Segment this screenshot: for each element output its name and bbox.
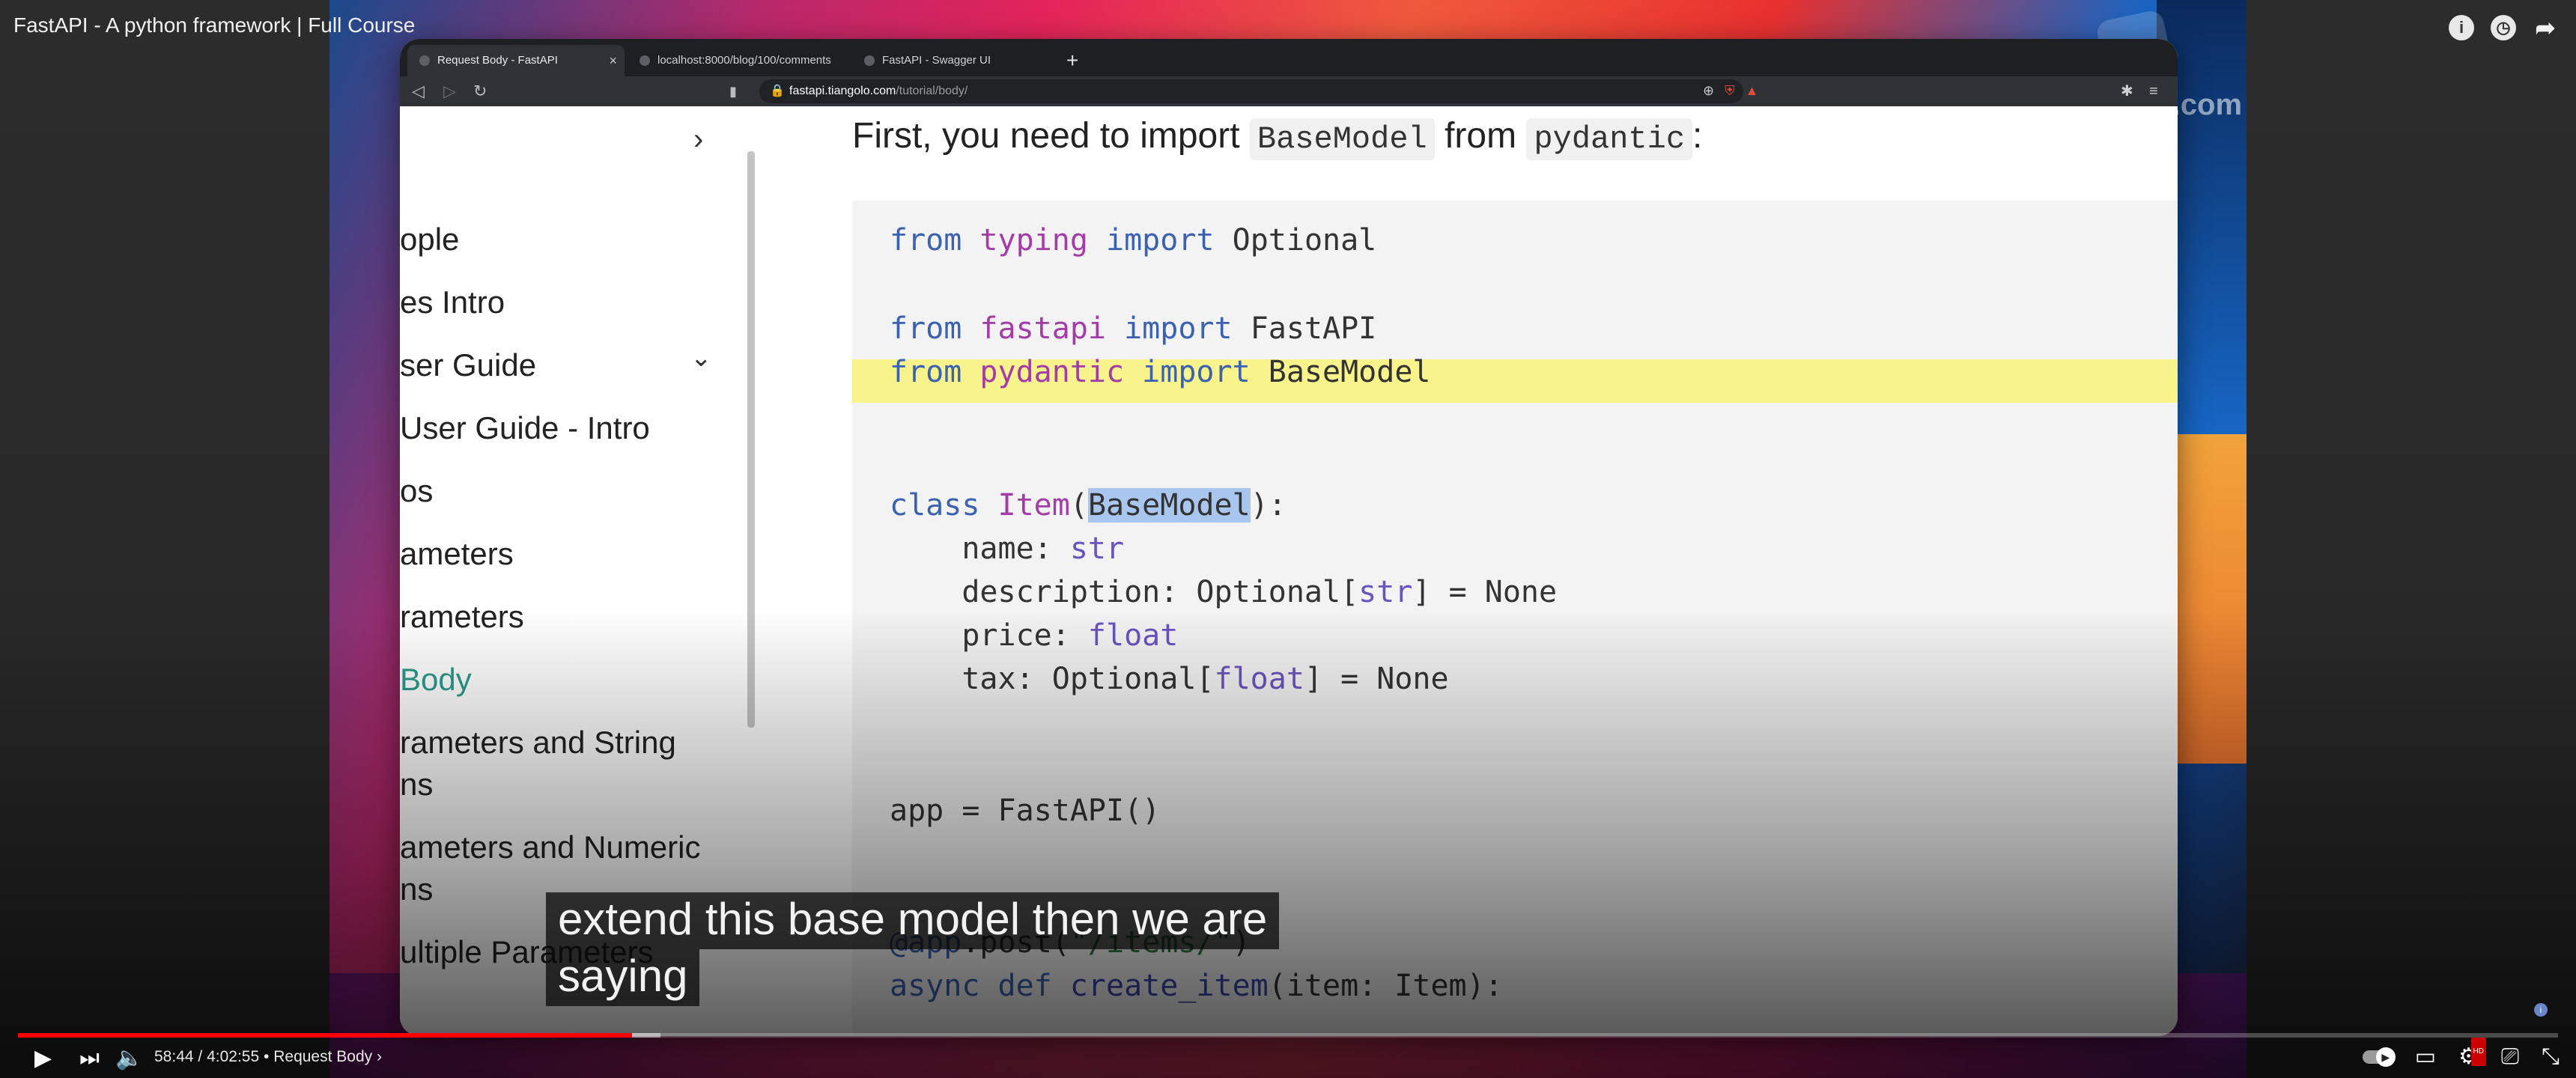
autoplay-toggle[interactable]: ▶ — [2362, 1047, 2396, 1067]
browser-window: Request Body - FastAPI × localhost:8000/… — [400, 39, 2178, 1036]
code-line: tax: Optional[float] = None — [890, 662, 1449, 696]
address-bar-row: ◁ ▷ ↻ ▮ 🔒 fastapi.tiangolo.com/tutorial/… — [400, 76, 2178, 106]
time-display: 58:44 / 4:02:55 • Request Body › — [154, 1048, 382, 1065]
card-info-icon[interactable]: i — [2534, 1003, 2548, 1017]
code-line: app = FastAPI() — [890, 794, 1161, 828]
tab-comments[interactable]: localhost:8000/blog/100/comments — [628, 45, 852, 76]
video-letterbox-right — [2247, 0, 2576, 1078]
inline-code: BaseModel — [1249, 118, 1435, 160]
close-tab-icon[interactable]: × — [609, 45, 617, 76]
code-line: name: str — [890, 532, 1125, 566]
extension-icons: ⊕ ⛨ ▲ — [1703, 81, 1758, 100]
back-arrow-icon[interactable]: ◁ — [412, 81, 425, 102]
code-line: from typing import Optional — [890, 223, 1377, 258]
volume-icon[interactable]: 🔈 — [115, 1045, 143, 1072]
favicon-icon — [640, 55, 650, 66]
settings-gear-icon[interactable]: ⚙ HD — [2458, 1038, 2486, 1071]
share-icon[interactable]: ➦ — [2533, 15, 2558, 40]
top-right-icons: i ◷ ➦ — [2449, 15, 2558, 40]
sidebar-item[interactable]: os — [400, 473, 433, 509]
sidebar-item-continued[interactable]: ns — [400, 871, 433, 907]
bookmark-icon[interactable]: ▮ — [729, 81, 737, 102]
chevron-down-icon[interactable]: ⌄ — [690, 343, 712, 373]
closed-caption: extend this base model then we are sayin… — [546, 892, 1280, 1006]
cast-icon[interactable]: ⎚ — [2501, 1044, 2519, 1071]
inline-code: pydantic — [1526, 118, 1693, 160]
url-input[interactable]: 🔒 fastapi.tiangolo.com/tutorial/body/ — [759, 79, 1743, 103]
tab-request-body[interactable]: Request Body - FastAPI × — [407, 45, 625, 76]
tab-swagger[interactable]: FastAPI - Swagger UI — [852, 45, 1047, 76]
extensions-puzzle-icon[interactable]: ✱ — [2121, 81, 2133, 102]
sidebar-item[interactable]: ameters and Numeric — [400, 829, 700, 865]
tab-bar: Request Body - FastAPI × localhost:8000/… — [400, 39, 2178, 76]
brave-rewards-icon[interactable]: ▲ — [1746, 81, 1759, 100]
caption-line-2: saying — [546, 949, 700, 1006]
zoom-icon[interactable]: ⊕ — [1703, 81, 1714, 100]
brave-shield-icon[interactable]: ⛨ — [1725, 81, 1735, 100]
lock-icon: 🔒 — [770, 85, 785, 97]
hd-badge: HD — [2470, 1038, 2486, 1066]
right-controls: ▶ ▭ ⚙ HD ⎚ ⤡ — [2362, 1038, 2560, 1071]
video-letterbox-left — [0, 0, 329, 1078]
sidebar-item-request-body[interactable]: Body — [400, 662, 472, 698]
tab-label: Request Body - FastAPI — [437, 54, 558, 67]
sidebar-item[interactable]: es Intro — [400, 284, 505, 320]
chevron-right-icon[interactable]: › — [693, 123, 703, 156]
intro-paragraph: First, you need to import BaseModel from… — [852, 115, 1702, 160]
menu-icon[interactable]: ≡ — [2149, 81, 2158, 102]
new-tab-button[interactable]: + — [1066, 45, 1078, 76]
progress-bar[interactable] — [18, 1033, 2558, 1038]
sidebar-item[interactable]: rameters — [400, 599, 524, 635]
chapter-title[interactable]: Request Body — [273, 1048, 372, 1065]
sidebar-item-continued[interactable]: ns — [400, 767, 433, 803]
fullscreen-exit-icon[interactable]: ⤡ — [2542, 1044, 2560, 1071]
tab-label: FastAPI - Swagger UI — [882, 54, 991, 67]
sidebar-item-user-guide[interactable]: ser Guide — [400, 347, 536, 383]
code-line: description: Optional[str] = None — [890, 575, 1558, 609]
clock-icon[interactable]: ◷ — [2491, 15, 2516, 40]
progress-played — [18, 1033, 633, 1038]
favicon-icon — [864, 55, 875, 66]
code-line-highlighted: from pydantic import BaseModel — [890, 355, 1431, 389]
forward-arrow-icon[interactable]: ▷ — [443, 81, 456, 102]
sidebar-scrollbar[interactable] — [747, 151, 755, 728]
autoplay-play-icon: ▶ — [2375, 1047, 2396, 1067]
sidebar-item[interactable]: User Guide - Intro — [400, 410, 650, 446]
play-icon[interactable]: ▶ — [34, 1045, 52, 1072]
sidebar-item[interactable]: rameters and String — [400, 725, 676, 761]
favicon-icon — [419, 55, 430, 66]
next-icon[interactable]: ⏭ — [79, 1045, 100, 1072]
tab-label: localhost:8000/blog/100/comments — [657, 54, 831, 67]
sidebar-item[interactable]: ople — [400, 222, 459, 258]
video-title[interactable]: FastAPI - A python framework | Full Cour… — [13, 13, 415, 37]
sidebar-item[interactable]: ameters — [400, 536, 514, 572]
video-player[interactable]: FastAPI - A python framework | Full Cour… — [0, 0, 2576, 1078]
code-line: class Item(BaseModel): — [890, 488, 1287, 523]
info-icon[interactable]: i — [2449, 15, 2474, 40]
code-line: price: float — [890, 618, 1179, 653]
code-line: async def create_item(item: Item): — [890, 969, 1503, 1003]
subtitles-icon[interactable]: ▭ — [2415, 1044, 2436, 1071]
reload-icon[interactable]: ↻ — [473, 81, 487, 102]
code-line: from fastapi import FastAPI — [890, 311, 1377, 346]
text-selection: BaseModel — [1087, 488, 1251, 523]
caption-line-1: extend this base model then we are — [546, 892, 1280, 949]
url-text: fastapi.tiangolo.com/tutorial/body/ — [789, 85, 968, 97]
